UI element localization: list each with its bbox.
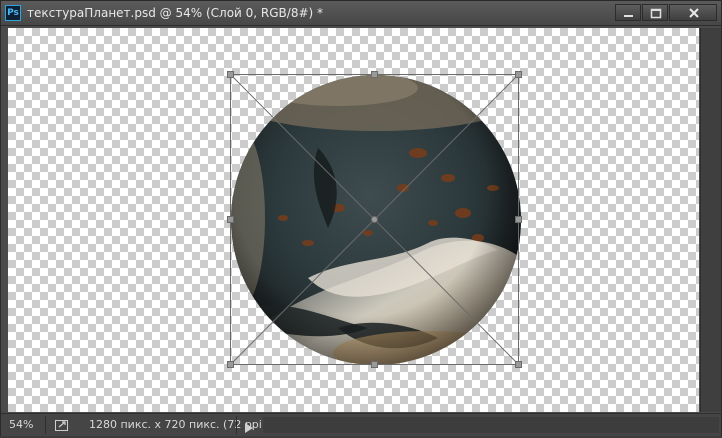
document-canvas[interactable] <box>8 28 699 412</box>
maximize-button[interactable] <box>642 4 668 21</box>
status-menu-button[interactable] <box>244 419 254 433</box>
photoshop-app-icon: Ps <box>5 5 21 21</box>
play-arrow-icon <box>245 423 253 433</box>
minimize-button[interactable] <box>615 4 641 21</box>
export-icon <box>55 420 68 431</box>
status-divider <box>45 416 46 434</box>
horizontal-scrollbar[interactable] <box>263 417 719 433</box>
planet-image <box>231 75 521 365</box>
vertical-scrollbar[interactable] <box>700 28 721 412</box>
layer-content <box>227 71 522 368</box>
status-bar: 54% 1280 пикс. x 720 пикс. (72 ppi) <box>1 413 721 436</box>
document-title: текстураПланет.psd @ 54% (Слой 0, RGB/8#… <box>27 6 324 20</box>
share-export-button[interactable] <box>53 417 71 433</box>
zoom-level[interactable]: 54% <box>9 418 33 431</box>
maximize-icon <box>650 8 662 19</box>
document-window: Ps текстураПланет.psd @ 54% (Слой 0, RGB… <box>0 0 722 436</box>
document-info: 1280 пикс. x 720 пикс. (72 ppi) <box>89 418 267 431</box>
close-icon <box>689 8 699 18</box>
minimize-icon <box>624 15 633 17</box>
status-divider <box>236 416 237 434</box>
document-titlebar[interactable]: Ps текстураПланет.psd @ 54% (Слой 0, RGB… <box>1 1 721 26</box>
close-button[interactable] <box>669 4 717 21</box>
